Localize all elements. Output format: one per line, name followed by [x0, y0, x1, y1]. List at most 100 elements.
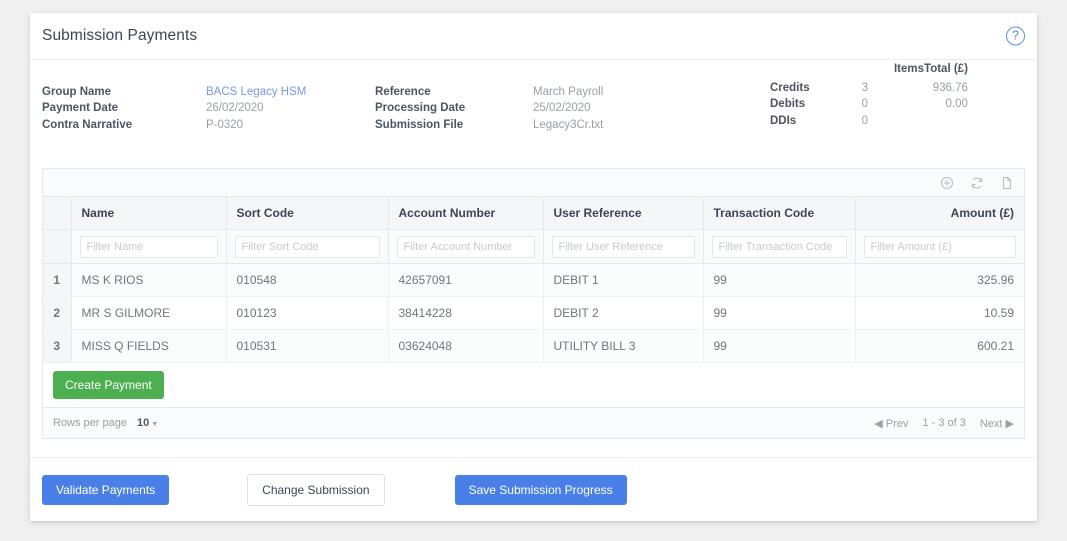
cell-amount: 10.59: [855, 296, 1024, 330]
table-pager: Rows per page 10 ▼ ◀ Prev 1 - 3 of 3 Next…: [43, 408, 1024, 438]
cell-name: MR S GILMORE: [71, 296, 227, 330]
credits-total: 936.76: [932, 82, 968, 94]
processing-date-label: Processing Date: [375, 102, 466, 115]
prev-arrow-icon: ◀: [874, 417, 883, 430]
cell-user-reference: DEBIT 2: [543, 296, 704, 330]
totals-total-header: Total (£): [924, 63, 968, 75]
file-icon[interactable]: [1000, 176, 1014, 190]
cell-sort-code: 010123: [226, 296, 389, 330]
cell-transaction-code: 99: [703, 263, 856, 297]
prev-page-label: Prev: [885, 417, 909, 430]
column-header-account-number[interactable]: Account Number: [388, 197, 544, 230]
card-footer: Validate Payments Change Submission Save…: [30, 457, 1037, 521]
reference-value: March Payroll: [533, 86, 604, 98]
credits-label: Credits: [770, 82, 810, 94]
filter-account-number-input[interactable]: [396, 235, 535, 258]
cell-account-number: 38414228: [388, 296, 544, 330]
rows-per-page-value: 10: [137, 417, 150, 429]
page-title: Submission Payments: [42, 27, 198, 44]
pager-controls: ◀ Prev 1 - 3 of 3 Next ▶: [874, 417, 1014, 430]
filter-sort-code-input[interactable]: [234, 235, 380, 258]
ddis-items: 0: [861, 114, 869, 127]
card-header: Submission Payments ?: [30, 13, 1037, 60]
submission-summary: Group Name Payment Date Contra Narrative…: [30, 60, 1037, 140]
summary-middle-labels: Reference Processing Date Submission Fil…: [375, 84, 465, 133]
group-name-label: Group Name: [42, 86, 112, 98]
row-index: 2: [43, 296, 72, 330]
filter-name-cell: [71, 229, 227, 264]
create-payment-button[interactable]: Create Payment: [53, 371, 164, 399]
totals-summary: Items Total (£) Credits 3 936.76 Debits …: [770, 62, 968, 129]
column-header-index: [43, 197, 72, 230]
row-index: 1: [43, 263, 72, 297]
reference-label: Reference: [375, 86, 431, 98]
rows-per-page-label: Rows per page: [53, 417, 127, 429]
filter-transaction-code-cell: [703, 229, 856, 264]
cell-amount: 600.21: [855, 329, 1024, 363]
ddis-total: [924, 113, 968, 129]
cell-account-number: 42657091: [388, 263, 544, 297]
table-toolbar: [43, 169, 1024, 197]
table-filter-row: [43, 229, 1024, 264]
save-submission-progress-button[interactable]: Save Submission Progress: [454, 474, 627, 505]
contra-narrative-label: Contra Narrative: [42, 118, 133, 131]
filter-transaction-code-input[interactable]: [711, 235, 847, 258]
rows-per-page-select[interactable]: 10 ▼: [137, 417, 158, 429]
refresh-icon[interactable]: [970, 176, 984, 190]
change-submission-button[interactable]: Change Submission: [247, 473, 385, 506]
filter-user-reference-cell: [543, 229, 704, 264]
submission-payments-card: Submission Payments ? Group Name Payment…: [30, 13, 1037, 521]
group-name-value[interactable]: BACS Legacy HSM: [206, 84, 306, 100]
filter-account-number-cell: [388, 229, 544, 264]
next-arrow-icon: ▶: [1005, 417, 1014, 430]
cell-sort-code: 010531: [226, 329, 389, 363]
cell-user-reference: DEBIT 1: [543, 263, 704, 297]
table-header-row: Name Sort Code Account Number User Refer…: [43, 197, 1024, 230]
debits-label: Debits: [770, 98, 806, 111]
column-header-sort-code[interactable]: Sort Code: [226, 197, 389, 230]
filter-user-reference-input[interactable]: [551, 235, 695, 258]
cell-amount: 325.96: [855, 263, 1024, 297]
table-row[interactable]: 2 MR S GILMORE 010123 38414228 DEBIT 2 9…: [43, 296, 1024, 330]
contra-narrative-value: P-0320: [206, 118, 244, 131]
validate-payments-button[interactable]: Validate Payments: [42, 474, 170, 505]
submission-file-label: Submission File: [375, 118, 464, 131]
totals-blank-header: [770, 62, 862, 80]
summary-left-labels: Group Name Payment Date Contra Narrative: [42, 84, 132, 133]
totals-row-credits: Credits 3 936.76: [770, 80, 968, 96]
processing-date-value: 25/02/2020: [533, 102, 591, 115]
table-row[interactable]: 1 MS K RIOS 010548 42657091 DEBIT 1 99 3…: [43, 263, 1024, 297]
cell-transaction-code: 99: [703, 296, 856, 330]
summary-middle-values: March Payroll 25/02/2020 Legacy3Cr.txt: [533, 84, 603, 133]
filter-sort-code-cell: [226, 229, 389, 264]
help-icon[interactable]: ?: [1006, 26, 1025, 46]
filter-amount-cell: [855, 229, 1024, 264]
debits-total: 0.00: [945, 98, 968, 111]
chevron-down-icon: ▼: [151, 421, 159, 428]
filter-amount-input[interactable]: [863, 235, 1016, 258]
filter-name-input[interactable]: [79, 235, 218, 258]
table-row[interactable]: 3 MISS Q FIELDS 010531 03624048 UTILITY …: [43, 329, 1024, 363]
plus-circle-icon[interactable]: [940, 176, 954, 190]
next-page-button[interactable]: Next ▶: [980, 417, 1014, 430]
column-header-amount[interactable]: Amount (£): [855, 197, 1024, 230]
cell-name: MISS Q FIELDS: [71, 329, 227, 363]
column-header-user-reference[interactable]: User Reference: [543, 197, 704, 230]
column-header-name[interactable]: Name: [71, 197, 227, 230]
page-background: Submission Payments ? Group Name Payment…: [0, 0, 1067, 541]
totals-row-ddis: DDIs 0: [770, 113, 968, 129]
submission-file-value: Legacy3Cr.txt: [533, 118, 604, 131]
filter-index-cell: [43, 229, 72, 264]
payment-date-label: Payment Date: [42, 102, 119, 115]
ddis-label: DDIs: [770, 114, 797, 127]
summary-left-values: BACS Legacy HSM 26/02/2020 P-0320: [206, 84, 306, 133]
credits-items: 3: [861, 82, 869, 94]
cell-user-reference: UTILITY BILL 3: [543, 329, 704, 363]
totals-items-header: Items: [893, 63, 925, 75]
row-index: 3: [43, 329, 72, 363]
debits-items: 0: [861, 98, 869, 111]
prev-page-button[interactable]: ◀ Prev: [874, 417, 908, 430]
payments-table-head: Name Sort Code Account Number User Refer…: [43, 197, 1024, 264]
column-header-transaction-code[interactable]: Transaction Code: [703, 197, 856, 230]
payments-table-body: 1 MS K RIOS 010548 42657091 DEBIT 1 99 3…: [43, 263, 1024, 363]
